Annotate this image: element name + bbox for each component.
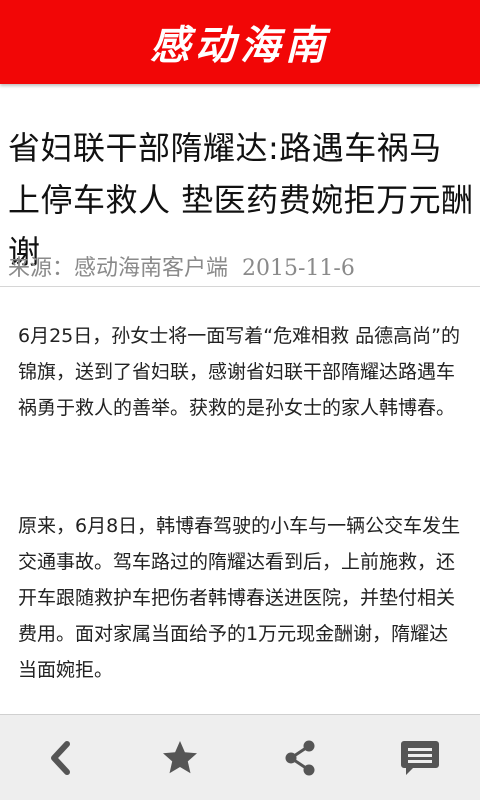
back-icon	[51, 741, 70, 775]
share-button[interactable]	[260, 718, 340, 798]
app-screen: 感动海南 省妇联干部隋耀达:路遇车祸马上停车救人 垫医药费婉拒万元酬谢 来源：感…	[0, 0, 480, 800]
meta-divider	[0, 286, 480, 287]
comment-icon	[401, 741, 439, 775]
article-paragraph: 6月25日，孙女士将一面写着“危难相救 品德高尚”的锦旗，送到了省妇联，感谢省妇…	[18, 325, 460, 419]
favorite-button[interactable]	[140, 718, 220, 798]
share-icon	[285, 740, 315, 776]
article-source: 来源：感动海南客户端	[8, 256, 229, 281]
article-content[interactable]: 省妇联干部隋耀达:路遇车祸马上停车救人 垫医药费婉拒万元酬谢 来源：感动海南客户…	[0, 84, 480, 714]
comment-button[interactable]	[380, 718, 460, 798]
article-paragraph: 原来，6月8日，韩博春驾驶的小车与一辆公交车发生交通事故。驾车路过的隋耀达看到后…	[18, 515, 461, 681]
article-meta: 来源：感动海南客户端 2015-11-6	[8, 254, 470, 284]
header-bar: 感动海南	[0, 0, 480, 84]
star-icon	[163, 741, 197, 774]
bottom-toolbar	[0, 714, 480, 800]
app-title: 感动海南	[150, 22, 330, 69]
back-button[interactable]	[20, 718, 100, 798]
article-date: 2015-11-6	[242, 256, 355, 281]
